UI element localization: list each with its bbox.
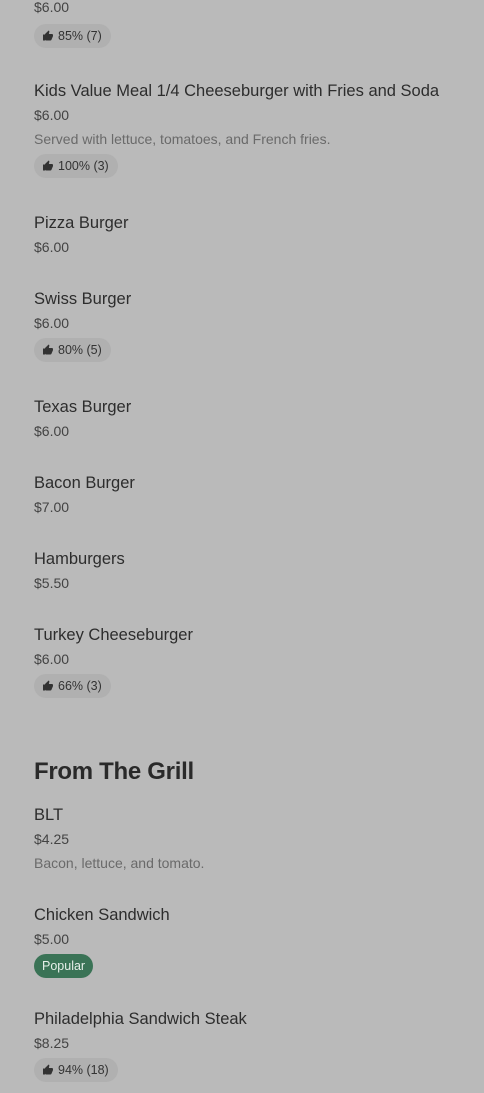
rating-text: 80% (5): [58, 343, 102, 357]
popular-badge: Popular: [34, 954, 94, 978]
rating-badge: 85% (7): [34, 24, 111, 48]
thumbs-up-icon: [43, 160, 53, 171]
menu-item[interactable]: BLT $4.25 Bacon, lettuce, and tomato.: [34, 805, 464, 872]
item-name: Pizza Burger: [34, 214, 129, 232]
menu-item[interactable]: Pizza Burger $6.00: [34, 213, 464, 256]
item-name: Texas Burger: [34, 398, 132, 416]
item-price: $6.00: [34, 315, 70, 331]
rating-text: 100% (3): [58, 159, 109, 173]
item-name: Kids Value Meal 1/4 Cheeseburger with Fr…: [34, 82, 440, 100]
item-price: $4.25: [34, 831, 70, 847]
rating-badge: 80% (5): [34, 338, 111, 362]
rating-text: 85% (7): [58, 29, 102, 43]
item-name: Chicken Sandwich: [34, 906, 170, 924]
item-price: $6.00: [34, 423, 70, 439]
rating-badge: 100% (3): [34, 154, 118, 178]
rating-text: 66% (3): [58, 679, 102, 693]
item-description: Bacon, lettuce, and tomato.: [34, 855, 205, 871]
item-name: Swiss Burger: [34, 290, 132, 308]
menu-item[interactable]: Hamburgers $5.50: [34, 549, 464, 592]
item-price: $6.00: [34, 239, 70, 255]
item-description: Served with lettuce, tomatoes, and Frenc…: [34, 131, 331, 147]
item-name: Turkey Cheeseburger: [34, 626, 193, 644]
thumbs-up-icon: [43, 680, 53, 691]
item-price: $6.00: [34, 107, 70, 123]
item-price: $5.50: [34, 575, 70, 591]
item-name: Hamburgers: [34, 550, 125, 568]
thumbs-up-icon: [43, 30, 53, 41]
rating-text: 94% (18): [58, 1063, 109, 1077]
menu-item[interactable]: Chicken Sandwich $5.00 Popular: [34, 905, 464, 978]
item-name: Bacon Burger: [34, 474, 135, 492]
rating-badge: 94% (18): [34, 1058, 118, 1082]
menu-item[interactable]: Swiss Burger $6.00 80% (5): [34, 289, 464, 362]
rating-badge: 66% (3): [34, 674, 111, 698]
section-title: From The Grill: [34, 758, 194, 785]
item-price: $5.00: [34, 931, 70, 947]
menu-item[interactable]: $6.00 85% (7): [34, 0, 464, 48]
item-price: $6.00: [34, 0, 70, 15]
menu-item[interactable]: Philadelphia Sandwich Steak $8.25 94% (1…: [34, 1009, 464, 1082]
menu-item[interactable]: Kids Value Meal 1/4 Cheeseburger with Fr…: [34, 81, 464, 178]
item-price: $8.25: [34, 1035, 70, 1051]
item-name: Philadelphia Sandwich Steak: [34, 1010, 247, 1028]
item-name: BLT: [34, 806, 64, 824]
thumbs-up-icon: [43, 1064, 53, 1075]
thumbs-up-icon: [43, 344, 53, 355]
menu-item[interactable]: Turkey Cheeseburger $6.00 66% (3): [34, 625, 464, 698]
menu-item[interactable]: Texas Burger $6.00: [34, 397, 464, 440]
menu-item[interactable]: Bacon Burger $7.00: [34, 473, 464, 516]
menu-page: $6.00 85% (7) Kids Value Meal 1/4 Cheese…: [0, 0, 484, 1093]
item-price: $7.00: [34, 499, 70, 515]
item-price: $6.00: [34, 651, 70, 667]
